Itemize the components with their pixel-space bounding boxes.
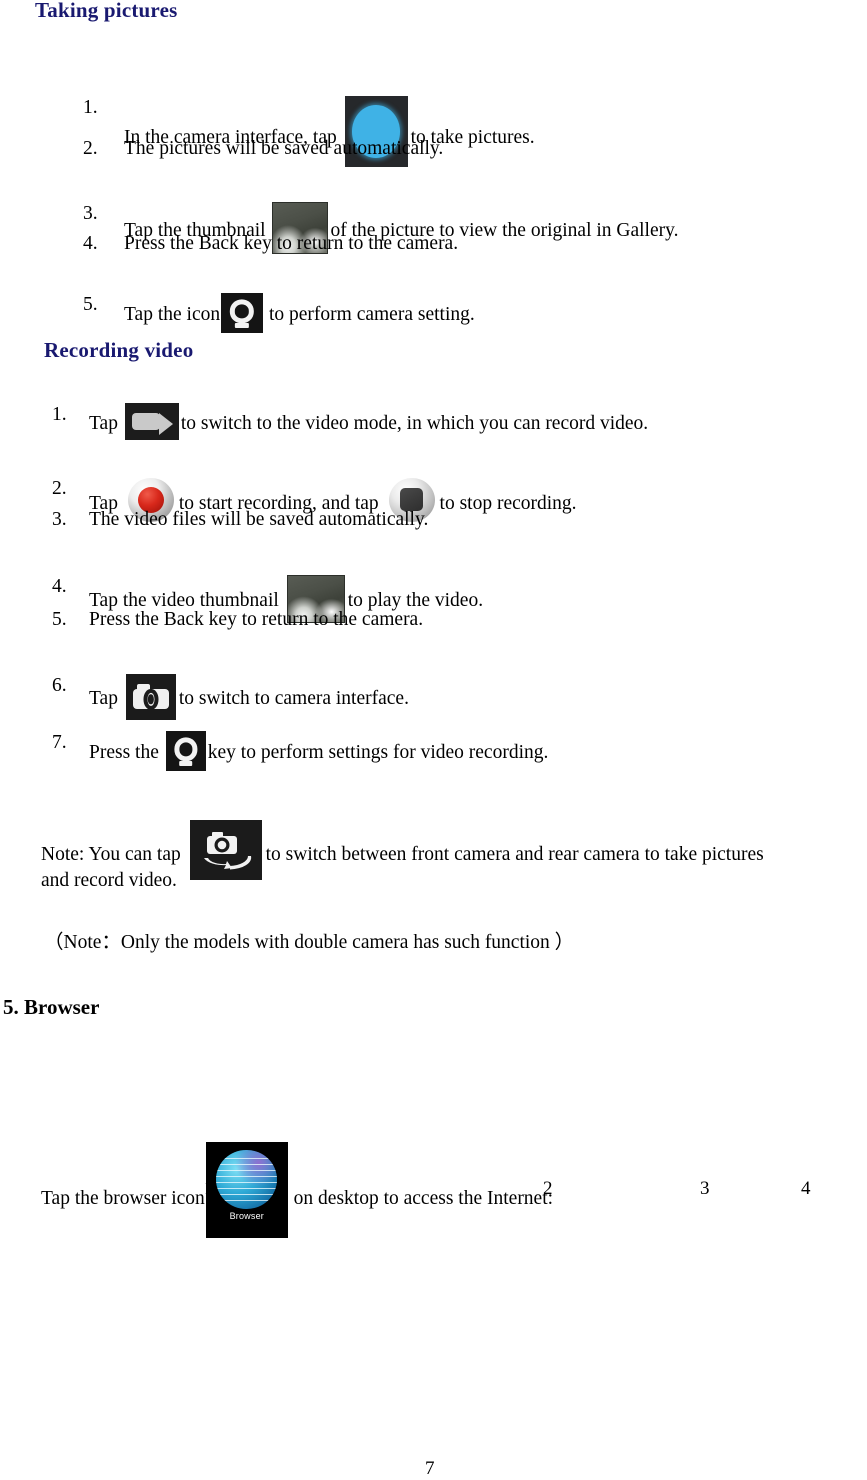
list-number: 5.	[83, 294, 98, 315]
list-number: 3.	[83, 203, 98, 224]
video-settings-icon[interactable]	[165, 731, 206, 771]
list-item-text: Tap the icon	[124, 304, 221, 325]
list-item: Press the Back key to return to the came…	[89, 608, 423, 632]
list-number: 1.	[52, 404, 67, 425]
video-mode-icon[interactable]	[124, 403, 179, 440]
settings-ring	[229, 299, 255, 323]
list-item-text-after: key to perform settings for video record…	[207, 742, 549, 763]
camcorder-body	[131, 413, 160, 430]
list-number: 2.	[83, 138, 98, 159]
list-item: Tap to switch to camera interface.	[89, 674, 409, 720]
list-number: 5.	[52, 609, 67, 630]
list-number: 7.	[52, 732, 67, 753]
list-item: The pictures will be saved automatically…	[124, 137, 443, 161]
page-number: 7	[425, 1458, 435, 1479]
browser-icon[interactable]: Browser	[205, 1142, 288, 1238]
browser-icon-label: Browser	[229, 1211, 264, 1222]
browser-text-before: Tap the browser icon	[41, 1188, 205, 1209]
list-number: 4.	[52, 576, 67, 597]
list-number: 4.	[83, 233, 98, 254]
list-item: Tap to switch to the video mode, in whic…	[89, 403, 648, 440]
browser-instruction: Tap the browser icon Browser on desktop …	[41, 1142, 553, 1238]
list-number: 6.	[52, 675, 67, 696]
list-item-text: Tap	[89, 413, 118, 434]
heading-browser: 5. Browser	[3, 995, 100, 1019]
callout-marker-2: 2	[543, 1178, 553, 1199]
camera-mode-icon[interactable]	[125, 674, 176, 720]
list-number: 3.	[52, 509, 67, 530]
settings-stem	[178, 760, 193, 767]
callout-marker-4: 4	[801, 1178, 811, 1199]
list-item: Press the Back key to return to the came…	[124, 232, 458, 256]
list-number: 2.	[52, 478, 67, 499]
list-item-text: The video files will be saved automatica…	[89, 509, 429, 530]
browser-text-after: on desktop to access the Internet:	[293, 1188, 554, 1209]
note-second-line: and record video.	[41, 870, 177, 891]
settings-stem	[234, 322, 250, 329]
document-page: Taking pictures 1. In the camera interfa…	[0, 0, 867, 1480]
note-text-after: to switch between front camera and rear …	[265, 844, 764, 865]
list-item-text-after: to switch to the video mode, in which yo…	[180, 413, 649, 434]
sub-note-double-camera: （Note：Only the models with double camera…	[44, 932, 575, 953]
switch-camera-icon[interactable]	[189, 820, 262, 880]
list-item-text: Tap	[89, 688, 118, 709]
list-item-text-after: to switch to camera interface.	[178, 688, 409, 709]
list-item: Tap the icon to perform camera setting.	[124, 293, 475, 333]
heading-recording-video: Recording video	[44, 338, 194, 362]
list-item-text: Press the	[89, 742, 159, 763]
list-item-text-after: to stop recording.	[439, 493, 577, 514]
heading-taking-pictures: Taking pictures	[35, 0, 178, 22]
list-item: Press the key to perform settings for vi…	[89, 731, 548, 771]
list-item-text: Press the Back key to return to the came…	[124, 233, 459, 254]
list-item-text: Press the Back key to return to the came…	[89, 609, 424, 630]
camcorder-lens	[158, 413, 173, 436]
callout-marker-3: 3	[700, 1178, 710, 1199]
camera-settings-icon[interactable]	[221, 293, 264, 333]
list-number: 1.	[83, 97, 98, 118]
list-item-text: The pictures will be saved automatically…	[124, 138, 444, 159]
callout-marker-1: 1	[204, 1178, 214, 1199]
list-item-text-after: to perform camera setting.	[268, 304, 475, 325]
settings-ring	[174, 737, 198, 761]
list-item: The video files will be saved automatica…	[89, 508, 428, 532]
